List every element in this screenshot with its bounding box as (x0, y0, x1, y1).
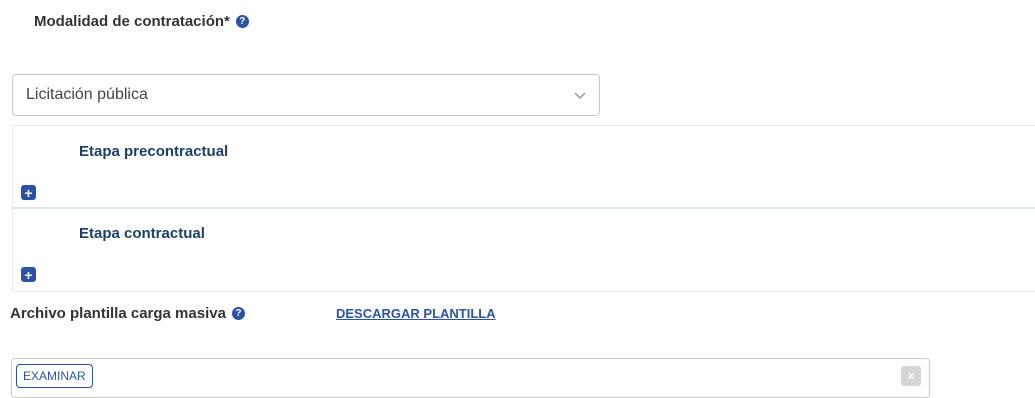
download-template-link[interactable]: DESCARGAR PLANTILLA (336, 306, 496, 321)
modality-select-value: Licitación pública (26, 86, 148, 103)
bulk-upload-label: Archivo plantilla carga masiva ? (10, 305, 245, 322)
question-circle-icon[interactable]: ? (231, 307, 245, 320)
stage-title: Etapa contractual (79, 225, 205, 242)
file-input[interactable]: EXAMINAR x (11, 358, 930, 398)
plus-icon[interactable]: + (21, 185, 36, 200)
stage-title: Etapa precontractual (79, 143, 229, 160)
clear-file-button[interactable]: x (901, 366, 921, 386)
question-circle-icon[interactable]: ? (235, 15, 249, 28)
plus-icon[interactable]: + (21, 267, 36, 282)
stage-precontractual: Etapa precontractual + (12, 125, 1035, 207)
modality-label-text: Modalidad de contratación* (34, 13, 230, 30)
modality-select[interactable]: Licitación pública (12, 74, 600, 116)
stage-contractual: Etapa contractual + (12, 207, 1035, 292)
browse-button[interactable]: EXAMINAR (16, 364, 93, 388)
modality-label: Modalidad de contratación* ? (34, 13, 249, 30)
chevron-down-icon (574, 92, 586, 100)
bulk-upload-label-text: Archivo plantilla carga masiva (10, 305, 226, 322)
